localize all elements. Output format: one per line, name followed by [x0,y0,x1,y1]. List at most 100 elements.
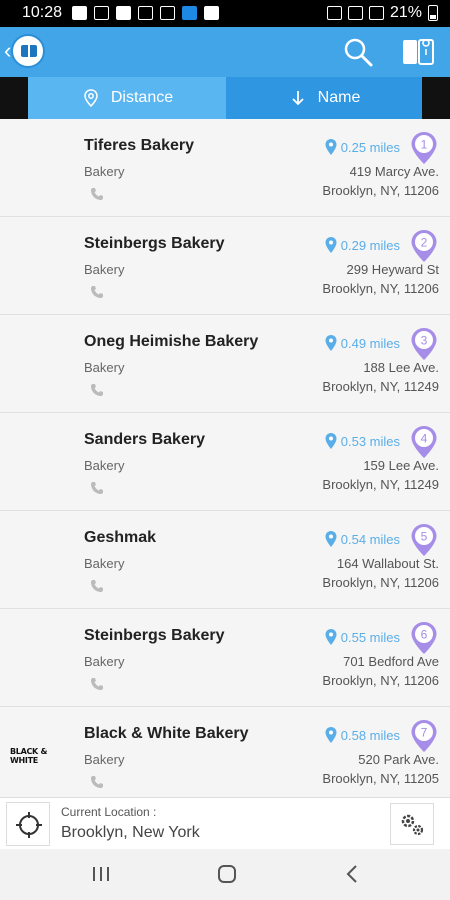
business-category: Bakery [84,458,125,473]
location-pin-icon [325,237,337,253]
rank-number: 2 [421,236,428,250]
wifi-icon [347,6,363,20]
business-category: Bakery [84,556,125,571]
distance-info: 0.58 miles [324,726,400,744]
rank-marker-icon: 2 [411,230,437,262]
location-pin-icon [325,727,337,743]
status-time: 10:28 [22,4,63,21]
address-line-2: Brooklyn, NY, 11206 [322,281,439,296]
my-location-button[interactable] [6,802,50,846]
settings-button[interactable] [390,803,434,845]
distance-text: 0.49 miles [340,335,400,351]
app-bar: ‹ [0,27,450,77]
battery-percent: 21% [389,4,422,21]
business-category: Bakery [84,654,125,669]
distance-text: 0.55 miles [340,629,400,645]
current-location-label: Current Location : [61,805,157,819]
phone-icon[interactable] [90,775,104,789]
home-icon[interactable] [214,861,240,887]
rank-number: 7 [421,726,428,740]
location-pin-icon [325,531,337,547]
rank-number: 1 [421,138,428,152]
phone-icon[interactable] [90,579,104,593]
distance-info: 0.49 miles [324,334,400,352]
distance-info: 0.25 miles [324,138,400,156]
tab-distance[interactable]: Distance [28,77,226,119]
status-bar: 10:28 21% [0,0,450,27]
arrow-down-icon [292,91,304,106]
list-item[interactable]: Oneg Heimishe Bakery Bakery 0.49 miles 3… [0,315,450,413]
distance-text: 0.53 miles [340,433,400,449]
distance-text: 0.25 miles [340,139,400,155]
location-pin-icon [325,433,337,449]
battery-icon [428,5,438,21]
distance-info: 0.29 miles [324,236,400,254]
distance-text: 0.29 miles [340,237,400,253]
distance-info: 0.53 miles [324,432,400,450]
address-line-1: 188 Lee Ave. [363,360,439,375]
business-category: Bakery [84,262,125,277]
anchor-notification-icon [138,6,153,20]
address-line-2: Brooklyn, NY, 11206 [322,183,439,198]
address-line-2: Brooklyn, NY, 11205 [322,771,439,786]
recents-icon[interactable] [88,861,114,887]
app-logo-icon [11,34,46,68]
map-view-icon[interactable] [400,37,436,67]
rank-marker-icon: 1 [411,132,437,164]
alarm-icon [326,6,342,20]
business-name: Sanders Bakery [84,431,205,448]
rank-marker-icon: 6 [411,622,437,654]
business-name: Black & White Bakery [84,725,249,742]
gallery-notification-icon [72,6,87,20]
business-list: Tiferes Bakery Bakery 0.25 miles 1 419 M… [0,119,450,805]
rank-marker-icon: 5 [411,524,437,556]
address-line-2: Brooklyn, NY, 11249 [322,379,439,394]
gears-icon [401,814,424,836]
phone-icon[interactable] [90,285,104,299]
phone-icon[interactable] [90,383,104,397]
chevron-left-icon: ‹ [4,38,12,63]
list-item[interactable]: Geshmak Bakery 0.54 miles 5 164 Wallabou… [0,511,450,609]
email-notification-icon [116,6,131,20]
location-pin-icon [325,335,337,351]
location-pin-icon [325,629,337,645]
tab-name[interactable]: Name [226,77,422,119]
current-location-value[interactable]: Brooklyn, New York [61,824,200,842]
address-line-2: Brooklyn, NY, 11249 [322,477,439,492]
rank-marker-icon: 3 [411,328,437,360]
list-item[interactable]: Steinbergs Bakery Bakery 0.55 miles 6 70… [0,609,450,707]
business-name: Tiferes Bakery [84,137,194,154]
back-icon[interactable] [340,861,366,887]
business-name: Oneg Heimishe Bakery [84,333,259,350]
business-logo: BLACK & WHITE [10,747,48,765]
business-name: Steinbergs Bakery [84,235,225,252]
back-button[interactable]: ‹ [4,33,46,69]
phone-icon[interactable] [90,187,104,201]
location-pin-icon [325,139,337,155]
distance-text: 0.58 miles [340,727,400,743]
business-name: Geshmak [84,529,157,546]
notification-icons [72,6,219,20]
list-item[interactable]: BLACK & WHITE Black & White Bakery Baker… [0,707,450,805]
business-name: Steinbergs Bakery [84,627,225,644]
phone-icon[interactable] [90,677,104,691]
address-line-1: 159 Lee Ave. [363,458,439,473]
search-icon[interactable] [342,36,374,68]
list-item[interactable]: Steinbergs Bakery Bakery 0.29 miles 2 29… [0,217,450,315]
sort-bar: Distance Name [0,77,450,119]
address-line-1: 520 Park Ave. [358,752,439,767]
list-item[interactable]: Sanders Bakery Bakery 0.53 miles 4 159 L… [0,413,450,511]
rank-number: 3 [421,334,428,348]
rank-number: 4 [421,432,428,446]
signal-icon [368,6,384,20]
address-line-1: 164 Wallabout St. [336,556,439,571]
distance-info: 0.55 miles [324,628,400,646]
list-item[interactable]: Tiferes Bakery Bakery 0.25 miles 1 419 M… [0,119,450,217]
address-line-1: 701 Bedford Ave [343,654,439,669]
image-notification-icon [204,6,219,20]
distance-text: 0.54 miles [340,531,400,547]
rank-marker-icon: 7 [411,720,437,752]
location-bar: Current Location : Brooklyn, New York [0,797,450,849]
sync-notification-icon [160,6,175,20]
phone-icon[interactable] [90,481,104,495]
